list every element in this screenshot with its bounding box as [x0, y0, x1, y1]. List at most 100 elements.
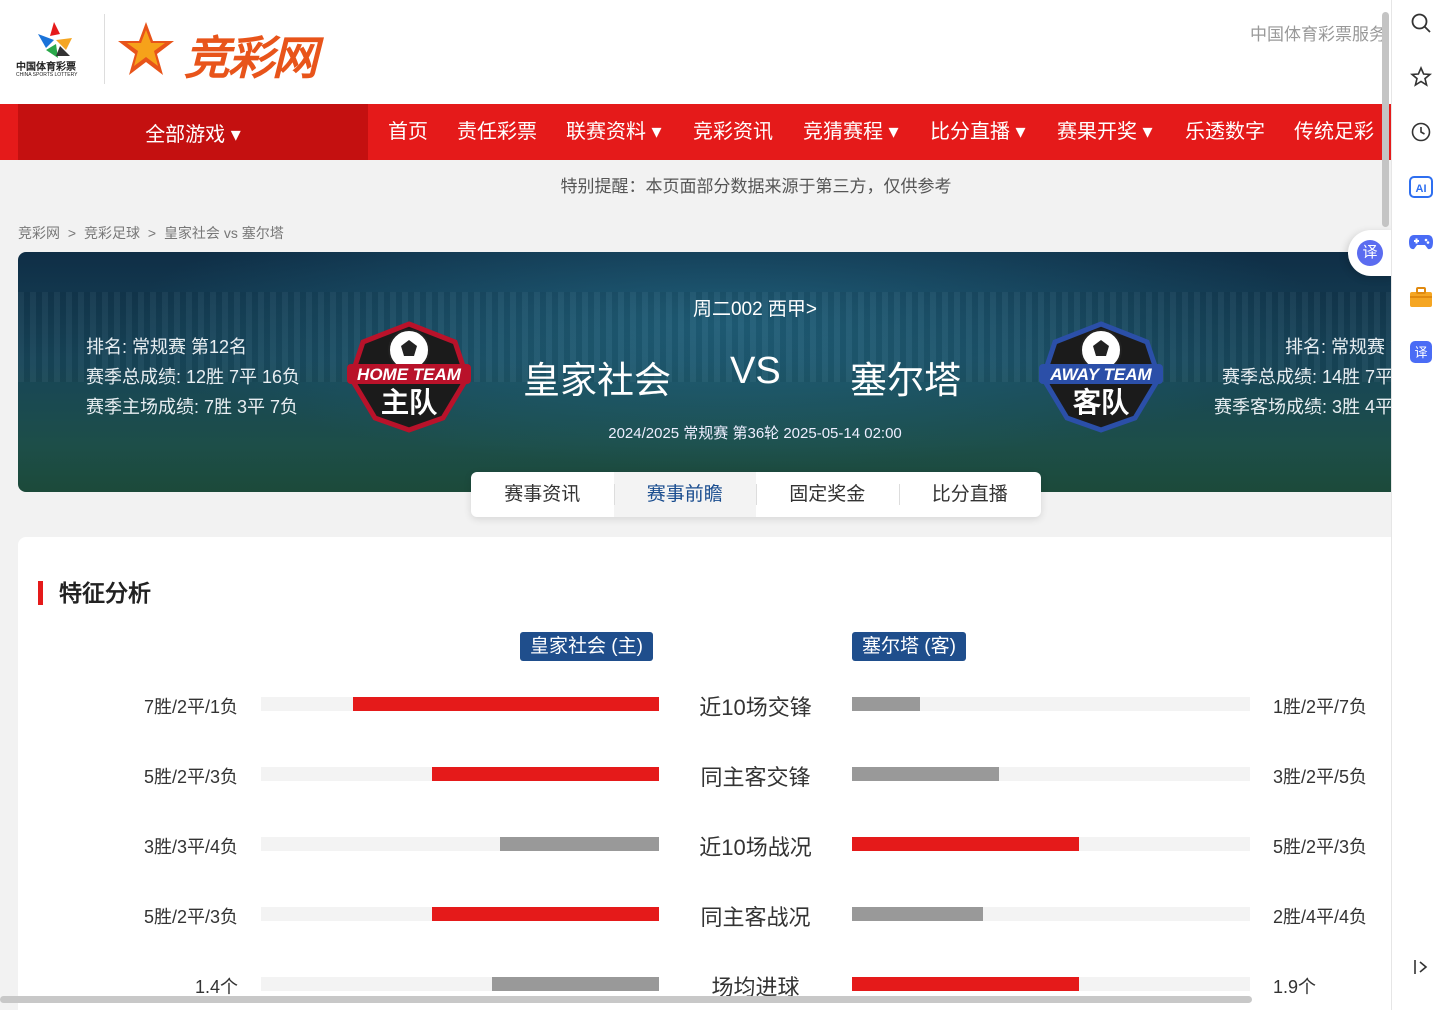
nav-item-league-data[interactable]: 联赛资料 ▾ [566, 104, 662, 160]
nav-item-responsible[interactable]: 责任彩票 [457, 104, 537, 160]
away-team-stats: 排名: 常规赛 第 赛季总成绩: 14胜 7平 1 赛季客场成绩: 3胜 4平 … [1208, 332, 1391, 422]
away-season-total: 赛季总成绩: 14胜 7平 1 [1221, 367, 1391, 387]
away-stat-bar [852, 767, 1250, 781]
nav-item-news[interactable]: 竞彩资讯 [693, 104, 773, 160]
away-stat-text: 5胜/2平/3负 [1273, 837, 1368, 857]
nav-item-live-score[interactable]: 比分直播 ▾ [930, 104, 1026, 160]
away-stat-fill [852, 907, 984, 921]
search-icon[interactable] [1406, 8, 1436, 38]
away-stat-fill [852, 977, 1079, 991]
nav-item-traditional[interactable]: 传统足彩 [1294, 104, 1374, 160]
home-stat-bar [261, 907, 659, 921]
home-stat-fill [432, 767, 659, 781]
match-tabs: 赛事资讯 赛事前瞻 固定奖金 比分直播 [471, 472, 1041, 517]
section-title: 特征分析 [38, 581, 151, 605]
away-team-tag: 塞尔塔 (客) [852, 632, 966, 661]
stat-label: 近10场交锋 [699, 695, 812, 720]
home-stat-fill [499, 837, 659, 851]
home-team-badge-icon: HOME TEAM 主队 [347, 321, 471, 433]
translate-icon: 译 [1357, 240, 1383, 266]
breadcrumb-current: 皇家社会 vs 塞尔塔 [163, 225, 284, 241]
match-banner: 周二002 西甲> 排名: 常规赛 第12名 赛季总成绩: 12胜 7平 16负… [18, 252, 1391, 492]
tab-live-score[interactable]: 比分直播 [898, 472, 1042, 517]
nav-item-schedule[interactable]: 竞猜赛程 ▾ [803, 104, 899, 160]
site-header: 中国体育彩票 CHINA SPORTS LOTTERY 竞彩网 中国体育彩票服务 [0, 0, 1391, 104]
home-stat-bar [261, 837, 659, 851]
translate-icon[interactable]: 译 [1406, 337, 1436, 367]
away-badge-main: 客队 [1073, 386, 1130, 419]
tab-preview[interactable]: 赛事前瞻 [613, 472, 756, 517]
china-sports-lottery-logo[interactable]: 中国体育彩票 CHINA SPORTS LOTTERY [16, 18, 96, 80]
away-team-badge-icon: AWAY TEAM 客队 [1039, 321, 1163, 433]
cslot-name: 中国体育彩票 [16, 62, 76, 73]
away-stat-fill [852, 837, 1079, 851]
browser-side-panel: AI 译 [1391, 0, 1451, 1010]
home-stat-text: 5胜/2平/3负 [143, 907, 238, 927]
stat-label: 同主客战况 [700, 905, 811, 930]
stat-label: 近10场战况 [699, 835, 812, 860]
stat-label: 同主客交锋 [700, 765, 811, 790]
home-stat-text: 7胜/2平/1负 [143, 697, 238, 717]
home-stat-text: 5胜/2平/3负 [143, 767, 238, 787]
match-info: 2024/2025 常规赛 第36轮 2025-05-14 02:00 [608, 425, 902, 442]
home-stat-fill [432, 907, 659, 921]
home-badge-top: HOME TEAM [357, 365, 462, 384]
ai-icon[interactable]: AI [1406, 172, 1436, 202]
away-season-venue: 赛季客场成绩: 3胜 4平 1 [1213, 397, 1391, 417]
nav-all-games[interactable]: 全部游戏 ▾ [18, 104, 368, 160]
nav-item-lotto[interactable]: 乐透数字 [1185, 104, 1265, 160]
away-team-name[interactable]: 塞尔塔 [850, 350, 961, 404]
nav-item-results[interactable]: 赛果开奖 ▾ [1057, 104, 1153, 160]
breadcrumb-football[interactable]: 竞彩足球 [84, 225, 140, 241]
home-stat-bar [261, 697, 659, 711]
away-rank: 排名: 常规赛 第 [1284, 337, 1391, 357]
history-icon[interactable] [1406, 117, 1436, 147]
vertical-scrollbar-track [1380, 0, 1391, 1010]
home-team-tag: 皇家社会 (主) [520, 632, 653, 661]
home-team-name[interactable]: 皇家社会 [523, 350, 671, 404]
star-icon[interactable] [1406, 62, 1436, 92]
home-stat-fill [352, 697, 659, 711]
site-logo-text: 竞彩网 [184, 32, 318, 84]
main-nav: 全部游戏 ▾ 首页 责任彩票 联赛资料 ▾ 竞彩资讯 竞猜赛程 ▾ 比分直播 ▾… [0, 104, 1391, 160]
home-stat-fill [491, 977, 659, 991]
service-text[interactable]: 中国体育彩票服务 [1250, 20, 1386, 45]
home-team-stats: 排名: 常规赛 第12名 赛季总成绩: 12胜 7平 16负 赛季主场成绩: 7… [86, 332, 300, 422]
breadcrumb-home[interactable]: 竞彩网 [18, 225, 60, 241]
breadcrumb: 竞彩网 > 竞彩足球 > 皇家社会 vs 塞尔塔 [18, 223, 288, 243]
away-stat-bar [852, 907, 1250, 921]
tab-fixed-odds[interactable]: 固定奖金 [756, 472, 899, 517]
nav-item-home[interactable]: 首页 [388, 104, 428, 160]
ai-label: AI [1416, 183, 1427, 195]
tab-news[interactable]: 赛事资讯 [471, 472, 614, 517]
home-stat-text: 3胜/3平/4负 [143, 837, 238, 857]
translate-float-button[interactable]: 译 [1348, 230, 1394, 276]
away-stat-bar [852, 837, 1250, 851]
star-logo-icon [118, 22, 174, 75]
home-badge-main: 主队 [381, 386, 438, 419]
vs-label: VS [730, 350, 781, 392]
home-season-total: 赛季总成绩: 12胜 7平 16负 [86, 367, 301, 387]
expand-icon[interactable] [1406, 952, 1436, 982]
breadcrumb-sep: > [147, 225, 157, 241]
away-stat-text: 2胜/4平/4负 [1273, 907, 1368, 927]
cslot-sub: CHINA SPORTS LOTTERY [16, 72, 78, 78]
away-stat-text: 3胜/2平/5负 [1273, 767, 1368, 787]
away-stat-text: 1胜/2平/7负 [1273, 697, 1368, 717]
toolbox-icon[interactable] [1406, 282, 1436, 312]
analysis-card: 特征分析 皇家社会 (主) 塞尔塔 (客) 7胜/2平/1负 近10场交锋 1胜… [18, 537, 1391, 1010]
vertical-scrollbar[interactable] [1382, 12, 1389, 227]
horizontal-scrollbar[interactable] [0, 996, 1252, 1003]
home-rank: 排名: 常规赛 第12名 [86, 337, 248, 357]
home-stat-bar [261, 767, 659, 781]
logo-divider [104, 14, 105, 84]
notice-text: 特别提醒：本页面部分数据来源于第三方，仅供参考 [560, 177, 952, 196]
away-stat-fill [852, 697, 920, 711]
round-link[interactable]: 周二002 西甲> [18, 294, 1391, 321]
page: 中国体育彩票 CHINA SPORTS LOTTERY 竞彩网 中国体育彩票服务… [0, 0, 1391, 1010]
game-icon[interactable] [1406, 227, 1436, 257]
away-stat-text: 1.9个 [1273, 977, 1317, 997]
home-stat-bar [261, 977, 659, 991]
away-stat-fill [852, 767, 1000, 781]
away-stat-bar [852, 697, 1250, 711]
